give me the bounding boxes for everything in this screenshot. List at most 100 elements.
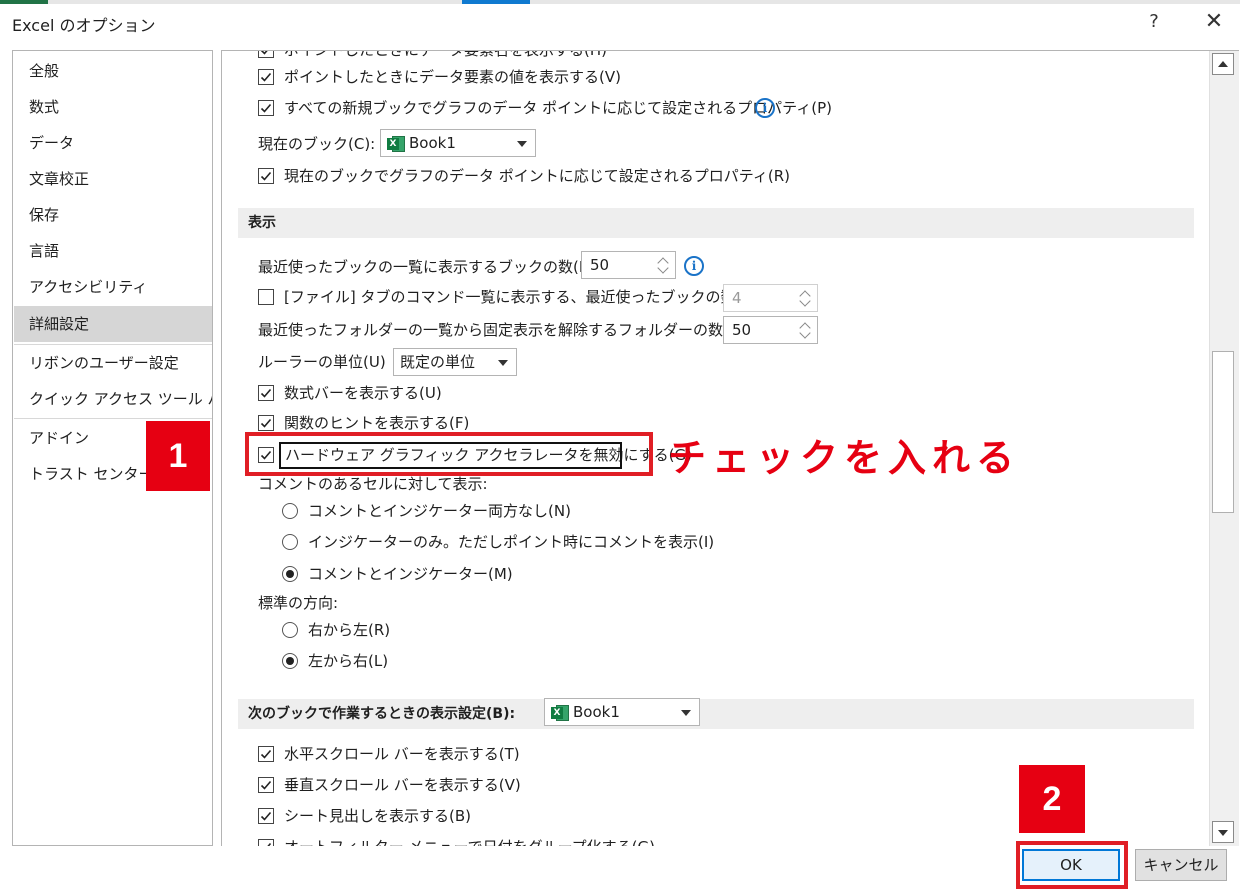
file-tab-recent-spinner[interactable]: 4 [723,284,818,312]
option-label: オートフィルター メニューで日付をグループ化する(G) [284,834,655,846]
sidebar-item-advanced[interactable]: 詳細設定 [14,306,212,342]
checkbox[interactable] [258,415,274,431]
title-bar: Excel のオプション ? ✕ [0,4,1240,40]
option-label: 現在のブックでグラフのデータ ポイントに応じて設定されるプロパティ(R) [284,167,790,185]
check-icon [260,171,272,181]
option-label: ポイントしたときにデータ要素名を表示する(H) [284,50,607,59]
recent-folders-row: 最近使ったフォルダーの一覧から固定表示を解除するフォルダーの数(F): [258,317,748,343]
ok-button[interactable]: OK [1022,849,1120,881]
radio-button[interactable] [282,534,298,550]
scroll-thumb[interactable] [1212,351,1234,513]
option-label: [ファイル] タブのコマンド一覧に表示する、最近使ったブックの数(Q): [284,288,765,306]
checkbox[interactable] [258,385,274,401]
option-label: ポイントしたときにデータ要素の値を表示する(V) [284,68,621,86]
chevron-down-icon [1218,830,1228,836]
sidebar-item-proofing[interactable]: 文章校正 [14,161,212,197]
radio-button[interactable] [282,622,298,638]
info-icon[interactable]: i [684,256,704,276]
check-icon [260,103,272,113]
sidebar-item-language[interactable]: 言語 [14,233,212,269]
current-book-row: 現在のブック(C): [258,131,375,157]
chevron-up-icon [1218,61,1228,67]
workbook-value: Book1 [573,703,620,721]
current-book-dropdown[interactable]: X Book1 [380,129,536,157]
step-badge-2: 2 [1019,765,1085,833]
highlight-hw-accel [245,432,653,476]
spinner-arrows-icon[interactable] [799,320,811,340]
check-icon [260,72,272,82]
chevron-down-icon [517,141,527,147]
ruler-unit-value: 既定の単位 [400,353,476,371]
sidebar-item-accessibility[interactable]: アクセシビリティ [14,269,212,305]
check-icon [260,388,272,398]
sidebar-item-save[interactable]: 保存 [14,197,212,233]
radio-button[interactable] [282,653,298,669]
scroll-down-button[interactable] [1212,821,1234,843]
cancel-button[interactable]: キャンセル [1135,849,1227,881]
check-icon [267,842,272,846]
workbook-dropdown[interactable]: X Book1 [544,698,700,726]
option-label: コメントとインジケーター両方なし(N) [308,502,571,520]
excel-icon: X [387,136,405,152]
check-icon [260,811,272,821]
vertical-scrollbar[interactable] [1209,51,1239,846]
direction-label-row: 標準の方向: [258,590,338,616]
checkbox[interactable] [258,777,274,793]
scroll-up-button[interactable] [1212,53,1234,75]
recent-books-row: 最近使ったブックの一覧に表示するブックの数(R): [258,254,600,280]
ruler-label: ルーラーの単位(U) [258,353,386,371]
chevron-down-icon [681,710,691,716]
sidebar-divider [14,418,212,419]
option-label: 数式バーを表示する(U) [284,384,442,402]
check-icon [260,749,272,759]
checkbox[interactable] [258,746,274,762]
option-label: 水平スクロール バーを表示する(T) [284,745,520,763]
sidebar-item-quick-access-toolbar[interactable]: クイック アクセス ツール バー [14,381,212,417]
recent-folders-value: 50 [732,321,752,339]
step-badge-1: 1 [146,421,210,491]
direction-label: 標準の方向: [258,594,339,612]
sidebar-item-data[interactable]: データ [14,125,212,161]
recent-books-spinner[interactable]: 50 [581,251,676,279]
section-header-workbook-display: 次のブックで作業するときの表示設定(B): [238,699,1194,729]
radio-button[interactable] [282,566,298,582]
checkbox[interactable] [258,289,274,305]
recent-folders-spinner[interactable]: 50 [723,316,818,344]
window-title: Excel のオプション [12,16,156,35]
checkbox[interactable] [258,168,274,184]
checkbox[interactable] [258,51,274,58]
callout-text: チェックを入れる [668,436,1021,480]
recent-books-value: 50 [590,256,610,274]
option-label: 垂直スクロール バーを表示する(V) [284,776,521,794]
recent-books-label: 最近使ったブックの一覧に表示するブックの数(R): [258,258,601,276]
info-icon[interactable]: i [755,98,775,118]
sidebar-item-customize-ribbon[interactable]: リボンのユーザー設定 [14,345,212,381]
checkbox[interactable] [258,808,274,824]
file-tab-recent-value: 4 [732,289,742,307]
check-icon [260,51,268,55]
comments-label: コメントのあるセルに対して表示: [258,475,488,493]
recent-folders-label: 最近使ったフォルダーの一覧から固定表示を解除するフォルダーの数(F): [258,321,749,339]
close-button[interactable]: ✕ [1200,8,1228,36]
checkbox[interactable] [258,839,274,846]
chevron-down-icon [498,360,508,366]
option-label: すべての新規ブックでグラフのデータ ポイントに応じて設定されるプロパティ(P) [284,99,832,117]
option-label: シート見出しを表示する(B) [284,807,471,825]
sidebar-item-general[interactable]: 全般 [14,53,212,89]
check-icon [260,418,272,428]
option-label: 右から左(R) [308,621,391,639]
excel-icon: X [551,705,569,721]
checkbox[interactable] [258,69,274,85]
ruler-unit-dropdown[interactable]: 既定の単位 [393,348,517,376]
checkbox[interactable] [258,100,274,116]
spinner-arrows-icon[interactable] [799,288,811,308]
check-icon [260,780,272,790]
sidebar-item-formulas[interactable]: 数式 [14,89,212,125]
radio-button[interactable] [282,503,298,519]
section-header-display: 表示 [238,208,1194,238]
spinner-arrows-icon[interactable] [657,255,669,275]
option-label: 左から右(L) [308,652,389,670]
option-label: コメントとインジケーター(M) [308,565,513,583]
current-book-label: 現在のブック(C): [258,135,376,153]
help-button[interactable]: ? [1142,8,1166,36]
